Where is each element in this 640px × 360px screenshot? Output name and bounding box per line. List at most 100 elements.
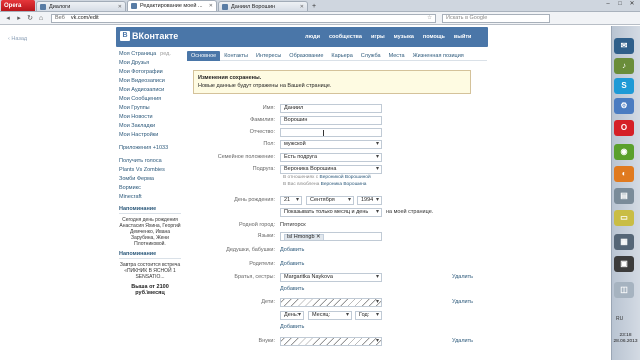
add-grandparent-link[interactable]: Добавить [280,246,304,255]
app-icon[interactable]: ▤ [614,188,634,204]
marital-row: Семейное положение: Есть подруга [187,153,487,162]
forward-arrow-icon[interactable]: ▸ [14,14,24,23]
address-field[interactable]: Веб vk.com/edit ☆ [51,13,436,23]
reload-icon[interactable]: ↻ [25,14,35,23]
vk-logo[interactable]: В ВКонтакте [120,31,178,41]
folder-icon[interactable]: ▭ [614,210,634,226]
delete-sibling-link[interactable]: Удалить [452,273,473,282]
app-icon[interactable]: ▣ [614,256,634,272]
tab-contacts[interactable]: Контакты [220,51,252,61]
birthday-day-select[interactable]: 21 [280,196,302,205]
back-link[interactable]: ‹ Назад [8,36,27,42]
edit-link[interactable]: ред. [160,51,171,57]
partner-note-link[interactable]: Вероника Ворошина [321,182,367,187]
app-icon[interactable]: ◫ [614,282,634,298]
remove-token-icon[interactable]: ✕ [316,234,321,240]
menu-videos[interactable]: Мои Видеозаписи [119,77,181,86]
add-child-link[interactable]: Добавить [280,323,304,332]
menu-my-page[interactable]: Моя Страница ред. [119,50,181,59]
close-tab-icon[interactable]: ✕ [300,4,304,10]
menu-audios[interactable]: Мои Аудиозаписи [119,86,181,95]
menu-app-zombie-farm[interactable]: Зомби Ферма [119,175,181,184]
delete-grandchild-link[interactable]: Удалить [452,337,473,346]
vk-app-icon[interactable]: ✉ [614,38,634,54]
partner-note-link[interactable]: Вероникой Ворошиной [320,175,371,180]
tab-interests[interactable]: Интересы [252,51,285,61]
nav-people[interactable]: люди [305,34,320,40]
menu-bookmarks[interactable]: Мои Закладки [119,122,181,131]
add-parent-link[interactable]: Добавить [280,260,304,269]
child-select[interactable] [280,298,382,307]
opera-icon[interactable]: O [614,120,634,136]
search-field[interactable]: Искать в Google [442,13,550,23]
menu-photos[interactable]: Мои Фотографии [119,68,181,77]
app-icon[interactable]: ▦ [614,234,634,250]
menu-settings[interactable]: Мои Настройки [119,131,181,140]
marital-select[interactable]: Есть подруга [280,153,382,162]
home-icon[interactable]: ⌂ [36,14,46,23]
sex-select[interactable]: мужской [280,140,382,149]
tab-career[interactable]: Карьера [327,51,356,61]
opera-menu-button[interactable]: Opera [1,0,35,11]
menu-app-minecraft[interactable]: Minecraft [119,193,181,202]
menu-messages[interactable]: Мои Сообщения [119,95,181,104]
sibling-select[interactable]: Margaritka Naykova [280,273,382,282]
grandchild-select[interactable] [280,337,382,346]
chrome-icon[interactable]: ◉ [614,144,634,160]
browser-tab-dialogs[interactable]: Диалоги ✕ [36,1,126,11]
language-token[interactable]: lsl Hmongb ✕ [284,234,324,240]
nav-music[interactable]: музыка [394,34,414,40]
back-arrow-icon[interactable]: ◂ [3,14,13,23]
nav-communities[interactable]: сообщества [329,34,362,40]
ad-heading[interactable]: Выша от 2100 руб.\месяц [119,284,181,297]
menu-news[interactable]: Мои Новости [119,113,181,122]
partner-select[interactable]: Вероника Ворошина [280,165,382,174]
firefox-icon[interactable]: ◐ [614,166,634,182]
child-month-select[interactable]: Месяц: [308,311,352,320]
minimize-icon[interactable]: – [602,0,614,9]
languages-field[interactable]: lsl Hmongb ✕ [280,232,382,241]
birthday-visibility-select[interactable]: Показывать только месяц и день [280,208,382,217]
reminder-text[interactable]: Завтра состоится встреча «ПИКНИК В ЯСНОЙ… [119,262,181,280]
close-tab-icon[interactable]: ✕ [118,4,122,10]
delete-child-link[interactable]: Удалить [452,298,473,307]
birthday-month-select[interactable]: Сентября [306,196,354,205]
language-indicator[interactable]: RU [616,316,623,322]
add-sibling-link[interactable]: Добавить [280,285,304,294]
back-link-label: Назад [11,36,28,42]
tab-title: Диалоги [49,3,71,10]
hometown-value[interactable]: Пятигорск [280,221,306,230]
browser-tab-profile[interactable]: Даниил Ворошин ✕ [218,1,308,11]
first-name-field[interactable]: Даниил [280,104,382,113]
patronymic-field[interactable] [280,128,382,137]
tab-main[interactable]: Основное [187,51,221,61]
nav-logout[interactable]: выйти [454,34,472,40]
tab-education[interactable]: Образование [285,51,327,61]
new-tab-button[interactable]: + [309,2,319,11]
maximize-icon[interactable]: □ [614,0,626,9]
close-window-icon[interactable]: ✕ [626,0,638,9]
nav-help[interactable]: помощь [423,34,445,40]
partner-label: Подруга: [252,166,275,172]
child-year-select[interactable]: Год: [355,311,382,320]
app-icon[interactable]: ♪ [614,58,634,74]
menu-apps[interactable]: Приложения +1033 [119,144,181,153]
menu-app-votes[interactable]: Получить голоса [119,157,181,166]
menu-friends[interactable]: Мои Друзья [119,59,181,68]
tab-life-position[interactable]: Жизненная позиция [409,51,468,61]
browser-tab-edit[interactable]: Редактирование моей ... ✕ [127,0,217,11]
child-day-select[interactable]: День: [280,311,304,320]
tab-service[interactable]: Служба [357,51,385,61]
app-icon[interactable]: ⚙ [614,98,634,114]
skype-icon[interactable]: S [614,78,634,94]
last-name-field[interactable]: Ворошин [280,116,382,125]
menu-groups[interactable]: Мои Группы [119,104,181,113]
menu-app-wormix[interactable]: Вормикс [119,184,181,193]
reminder-text[interactable]: Сегодня день рождения Анастасия Яхина, Г… [119,217,181,247]
birthday-year-select[interactable]: 1994 [357,196,382,205]
tab-places[interactable]: Места [385,51,409,61]
menu-app-pvz[interactable]: Plants Vs Zombies [119,166,181,175]
nav-games[interactable]: игры [371,34,385,40]
close-tab-icon[interactable]: ✕ [209,3,213,9]
bookmark-star-icon[interactable]: ☆ [427,15,432,21]
